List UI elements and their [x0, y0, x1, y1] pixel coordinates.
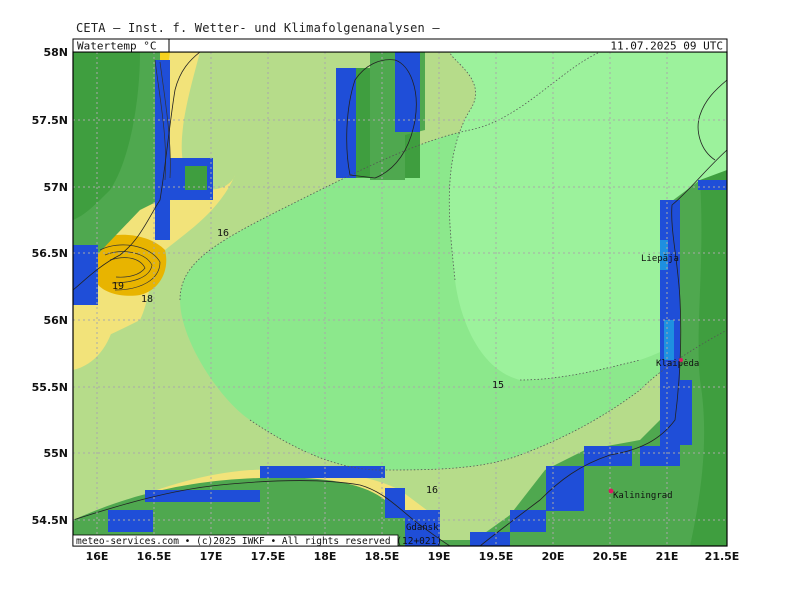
city-marker-klaipeda: [679, 358, 683, 362]
lon-label: 16E: [86, 550, 109, 563]
lat-label: 58N: [43, 46, 68, 59]
lon-axis: 16E 16.5E 17E 17.5E 18E 18.5E 19E 19.5E …: [86, 550, 740, 563]
lon-label: 16.5E: [137, 550, 172, 563]
lon-label: 21.5E: [705, 550, 740, 563]
lon-label: 18E: [314, 550, 337, 563]
lon-label: 18.5E: [365, 550, 400, 563]
city-marker-kaliningrad: [608, 488, 614, 494]
lat-label: 55N: [43, 447, 68, 460]
lon-label: 17.5E: [251, 550, 286, 563]
city-label-kaliningrad: Kaliningrad: [613, 491, 673, 501]
lat-label: 57.5N: [32, 114, 68, 127]
lon-label: 19.5E: [479, 550, 514, 563]
lat-label: 56.5N: [32, 247, 68, 260]
lat-label: 55.5N: [32, 381, 68, 394]
variable-label: Watertemp °C: [77, 40, 156, 53]
lat-label: 56N: [43, 314, 68, 327]
contour-label-19: 19: [112, 281, 124, 292]
lon-label: 19E: [428, 550, 451, 563]
lon-label: 20.5E: [593, 550, 628, 563]
contour-label-15: 15: [492, 380, 504, 391]
map-fill-layer: 16 19 18 15 16 Liepāja Klaipėda Kalining…: [73, 52, 727, 546]
lat-label: 54.5N: [32, 514, 68, 527]
valid-datetime: 11.07.2025 09 UTC: [610, 40, 723, 53]
city-label-klaipeda: Klaipėda: [656, 359, 699, 369]
contour-label-16: 16: [217, 228, 229, 239]
lon-label: 17E: [200, 550, 223, 563]
lon-label: 21E: [656, 550, 679, 563]
water-temperature-map: 16 19 18 15 16 Liepāja Klaipėda Kalining…: [32, 38, 740, 563]
city-label-gdansk: Gdańsk: [406, 523, 439, 533]
city-label-liepaja: Liepāja: [641, 254, 679, 264]
contour-label-18: 18: [141, 294, 153, 305]
lon-label: 20E: [542, 550, 565, 563]
lat-axis: 58N 57.5N 57N 56.5N 56N 55.5N 55N 54.5N: [32, 46, 68, 527]
contour-label-16-south: 16: [426, 485, 438, 496]
lat-label: 57N: [43, 181, 68, 194]
footer-credit: meteo-services.com • (c)2025 IWKF • All …: [76, 536, 442, 547]
